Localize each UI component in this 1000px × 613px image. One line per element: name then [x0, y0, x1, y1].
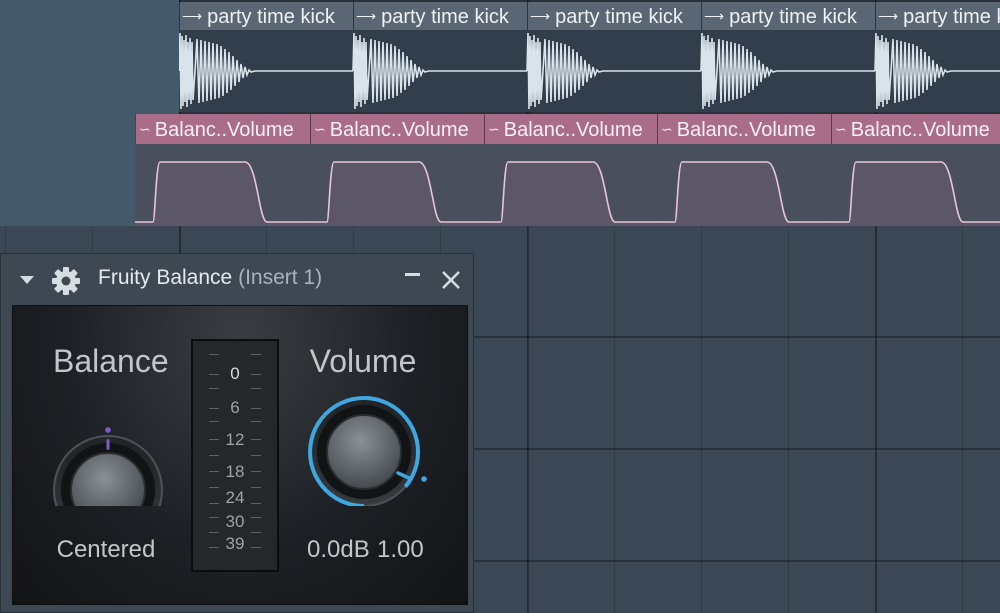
minimize-icon[interactable] [404, 272, 422, 278]
scale-label: 0 [230, 364, 240, 383]
volume-db-value: 0.0dB [307, 536, 370, 563]
clip-arrow-icon: ⟶ [878, 8, 899, 24]
plugin-insert-label: (Insert 1) [238, 266, 323, 289]
automation-link-icon: ∽ [661, 121, 673, 137]
automation-clip-header[interactable]: ∽ Balanc..Volume [831, 114, 1000, 144]
collapse-arrow-icon[interactable] [19, 275, 35, 285]
audio-clip-label: party time kick [729, 6, 857, 28]
clip-arrow-icon: ⟶ [530, 8, 551, 24]
automation-clip-header[interactable]: ∽ Balanc..Volume [135, 114, 310, 144]
scale-tick [209, 455, 219, 456]
automation-clip-label: Balanc..Volume [329, 119, 469, 141]
scale-tick [209, 532, 219, 533]
scale-label: 12 [225, 430, 245, 449]
scale-label: 24 [225, 488, 245, 507]
clip-arrow-icon: ⟶ [704, 8, 725, 24]
automation-clip-header[interactable]: ∽ Balanc..Volume [310, 114, 484, 144]
kick-waveforms [179, 32, 1000, 110]
automation-clip-header[interactable]: ∽ Balanc..Volume [657, 114, 831, 144]
automation-link-icon: ∽ [314, 121, 326, 137]
balance-knob[interactable] [49, 386, 169, 506]
close-icon[interactable] [441, 270, 461, 290]
scale-label: 6 [230, 398, 240, 417]
balance-indicator [106, 439, 110, 450]
automation-clip-header[interactable]: ∽ Balanc..Volume [484, 114, 657, 144]
audio-clip-label: party time kick [555, 6, 683, 28]
scale-label: 39 [225, 534, 245, 553]
audio-clip-label: party time kick [903, 6, 1000, 28]
automation-clip-label: Balanc..Volume [503, 119, 643, 141]
plugin-panel: Balance Centered 0 6 12 18 24 30 39 Volu… [12, 305, 468, 605]
audio-clip-header[interactable]: ⟶party time kick [701, 2, 875, 30]
automation-link-icon: ∽ [835, 121, 847, 137]
balance-value: Centered [56, 536, 156, 563]
plugin-title: Fruity Balance (Insert 1) [98, 266, 322, 290]
volume-label: Volume [309, 343, 417, 379]
plugin-name: Fruity Balance [98, 266, 233, 289]
scale-tick [251, 455, 261, 456]
automation-clip-label: Balanc..Volume [850, 119, 990, 141]
scale-tick [251, 532, 261, 533]
balance-center-marker [105, 427, 111, 433]
scale-tick [251, 421, 261, 422]
scale-tick [251, 388, 261, 389]
audio-clip-header[interactable]: ⟶party time kick [179, 2, 353, 30]
automation-link-icon: ∽ [488, 121, 500, 137]
plugin-window[interactable]: Fruity Balance (Insert 1) Balance Center… [0, 253, 474, 613]
automation-clip-label: Balanc..Volume [676, 119, 816, 141]
gear-icon[interactable] [51, 266, 81, 296]
scale-label: 18 [225, 462, 245, 481]
audio-clip-label: party time kick [381, 6, 509, 28]
automation-link-icon: ∽ [139, 121, 151, 137]
scale-tick [209, 421, 219, 422]
volume-knob[interactable] [305, 386, 435, 506]
automation-clip-label: Balanc..Volume [154, 119, 294, 141]
audio-clip-header[interactable]: ⟶party time kick [353, 2, 527, 30]
audio-clip-header[interactable]: ⟶party time kick [527, 2, 701, 30]
plugin-title-bar[interactable]: Fruity Balance (Insert 1) [1, 254, 473, 304]
audio-clip-header[interactable]: ⟶party time kick [875, 2, 1000, 30]
automation-curves [135, 161, 1000, 226]
scale-tick [209, 354, 219, 355]
clip-arrow-icon: ⟶ [182, 8, 203, 24]
scale-tick [251, 354, 261, 355]
volume-marker [421, 476, 427, 482]
clip-arrow-icon: ⟶ [356, 8, 377, 24]
audio-clip-label: party time kick [207, 6, 335, 28]
meter-scale: 0 6 12 18 24 30 39 [191, 339, 279, 572]
scale-label: 30 [225, 512, 245, 531]
volume-gain-value: 1.00 [377, 536, 424, 563]
scale-tick [209, 388, 219, 389]
balance-label: Balance [53, 343, 169, 379]
